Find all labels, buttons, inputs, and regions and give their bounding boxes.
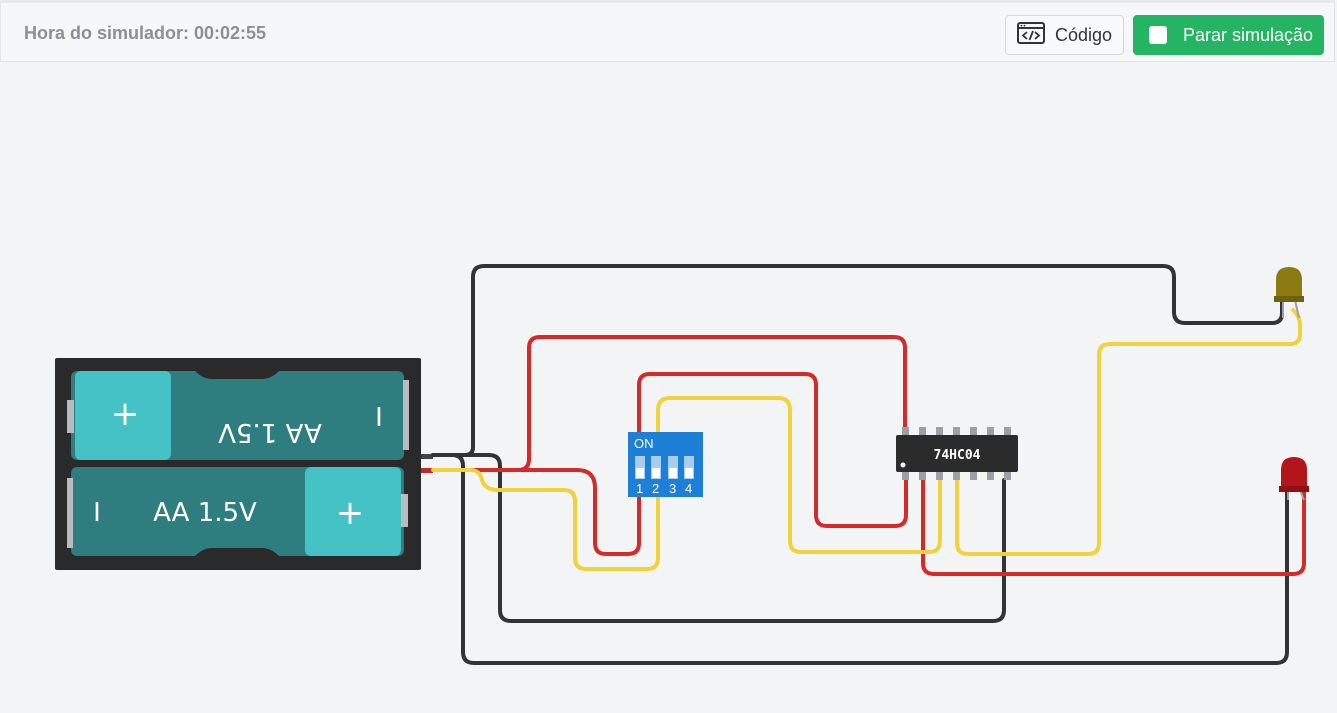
code-button[interactable]: Código — [1005, 15, 1124, 55]
simulator-time: Hora do simulador: 00:02:55 — [24, 23, 267, 43]
wire-black-led-red — [431, 453, 1289, 665]
circuit-canvas[interactable]: + I AA 1.5V I AA 1.5V + ON 1 2 3 4 74HC0… — [0, 62, 1337, 713]
cell-minus-top: I — [375, 403, 383, 433]
simulator-toolbar: Hora do simulador: 00:02:55 Código Parar… — [0, 0, 1335, 62]
cell-plus-bottom: + — [336, 493, 365, 533]
stop-square-icon — [1149, 26, 1167, 44]
dip-toggle-3[interactable] — [668, 456, 678, 479]
ic-74hc04[interactable]: 74HC04 — [896, 427, 1018, 480]
cell-label-bottom: AA 1.5V — [153, 498, 257, 528]
wire-black-chip-gnd — [431, 453, 1006, 623]
stop-simulation-button[interactable]: Parar simulação — [1133, 15, 1324, 55]
dip-toggle-1[interactable] — [635, 456, 645, 479]
dip-switch[interactable]: ON 1 2 3 4 — [628, 432, 703, 497]
battery-pack[interactable]: + I AA 1.5V I AA 1.5V + — [55, 358, 433, 570]
dip-number-4: 4 — [685, 481, 692, 496]
dip-toggle-2[interactable] — [651, 456, 661, 479]
cell-label-top: AA 1.5V — [218, 417, 322, 447]
wire-red-led — [921, 476, 1306, 576]
led-yellow[interactable] — [1274, 267, 1304, 319]
dip-number-3: 3 — [669, 481, 676, 496]
wire-black-led-yellow — [431, 264, 1284, 457]
dip-toggle-4[interactable] — [684, 456, 694, 479]
dip-switch-on-label: ON — [634, 436, 654, 451]
code-window-icon — [1017, 21, 1045, 49]
code-button-label: Código — [1055, 24, 1113, 45]
cell-minus-bottom: I — [93, 498, 101, 528]
dip-number-2: 2 — [652, 481, 659, 496]
cell-plus-top: + — [111, 394, 140, 434]
wires — [431, 264, 1306, 665]
dip-number-1: 1 — [636, 481, 643, 496]
ic-label: 74HC04 — [934, 448, 981, 463]
stop-simulation-label: Parar simulação — [1183, 24, 1314, 45]
